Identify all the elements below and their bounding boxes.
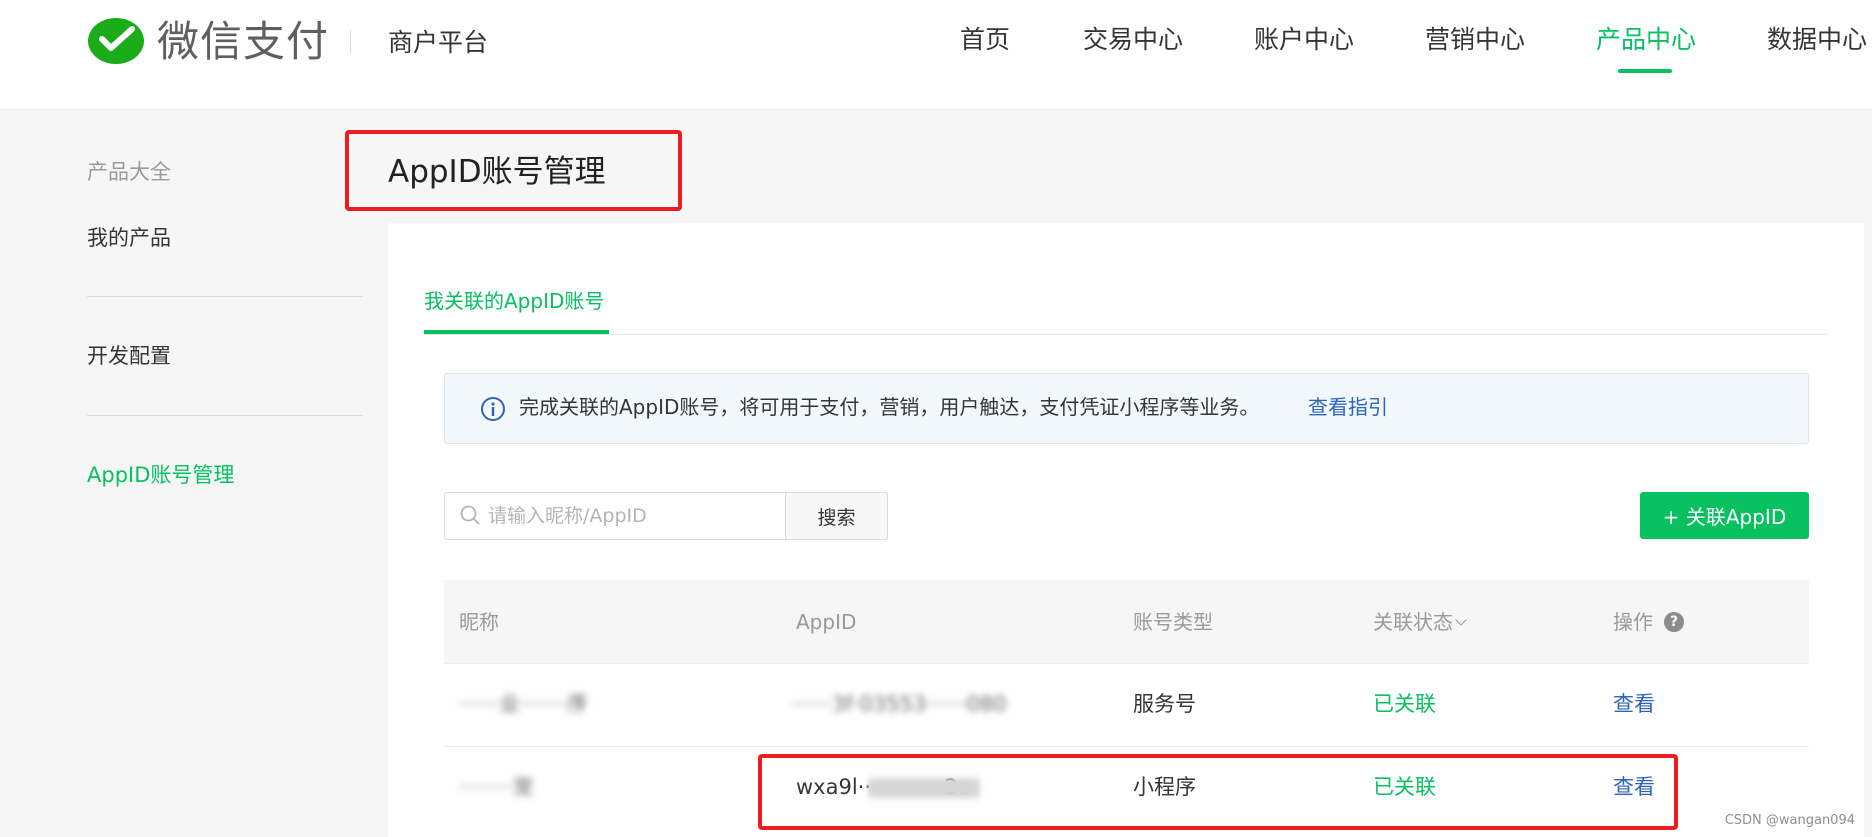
row-1-nickname: ······业·······序 <box>459 692 588 716</box>
link-appid-button[interactable]: + 关联AppID <box>1640 492 1809 539</box>
highlight-box <box>758 754 1678 830</box>
sidebar-item-appid-management[interactable]: AppID账号管理 <box>87 460 234 490</box>
row-1-view-link[interactable]: 查看 <box>1613 689 1655 719</box>
sidebar-divider <box>87 415 363 416</box>
highlight-box <box>345 130 682 211</box>
row-1-status: 已关联 <box>1373 692 1436 716</box>
column-header-link-status[interactable]: 关联状态 <box>1373 607 1467 637</box>
column-header-appid: AppID <box>796 610 857 634</box>
nav-marketing-center[interactable]: 营销中心 <box>1425 22 1525 58</box>
table-header <box>444 580 1809 663</box>
chevron-down-icon <box>1455 614 1467 626</box>
nav-product-center[interactable]: 产品中心 <box>1596 22 1696 58</box>
nav-account-center[interactable]: 账户中心 <box>1254 22 1354 58</box>
row-divider <box>444 746 1809 747</box>
tab-linked-appids[interactable]: 我关联的AppID账号 <box>424 286 604 316</box>
row-2-nickname: ········宠 <box>459 775 534 799</box>
column-header-account-type: 账号类型 <box>1133 610 1213 634</box>
help-icon[interactable]: ? <box>1664 612 1684 632</box>
sidebar-item-my-products[interactable]: 我的产品 <box>87 223 171 253</box>
nav-home[interactable]: 首页 <box>960 22 1010 58</box>
search-input[interactable] <box>488 500 780 532</box>
info-icon <box>481 397 505 421</box>
nav-trade-center[interactable]: 交易中心 <box>1083 22 1183 58</box>
sidebar-item-dev-config[interactable]: 开发配置 <box>87 341 171 371</box>
top-header: 微信支付 商户平台 首页 交易中心 账户中心 营销中心 产品中心 数据中心 <box>0 0 1872 110</box>
sidebar-title: 产品大全 <box>87 160 171 184</box>
row-1-appid: ······3f·03553······080 <box>792 692 1007 716</box>
tab-bar-divider <box>424 334 1828 335</box>
column-header-link-status-label: 关联状态 <box>1373 610 1453 634</box>
banner-text: 完成关联的AppID账号，将可用于支付，营销，用户触达，支付凭证小程序等业务。 <box>519 395 1260 419</box>
column-header-nickname: 昵称 <box>459 610 499 634</box>
view-guide-link[interactable]: 查看指引 <box>1308 392 1388 422</box>
sidebar-divider <box>87 296 363 297</box>
row-divider <box>444 663 1809 664</box>
search-icon <box>460 505 480 525</box>
watermark: CSDN @wangan094 <box>1724 813 1855 828</box>
row-1-type: 服务号 <box>1133 692 1196 716</box>
brand-divider <box>350 30 351 54</box>
platform-name: 商户平台 <box>388 28 489 57</box>
wechat-pay-logo-icon <box>88 18 144 64</box>
nav-data-center[interactable]: 数据中心 <box>1767 22 1867 58</box>
column-header-actions: 操作 <box>1613 610 1653 634</box>
brand-name: 微信支付 <box>157 17 330 66</box>
nav-active-indicator <box>1618 69 1672 73</box>
search-button[interactable]: 搜索 <box>785 492 888 540</box>
